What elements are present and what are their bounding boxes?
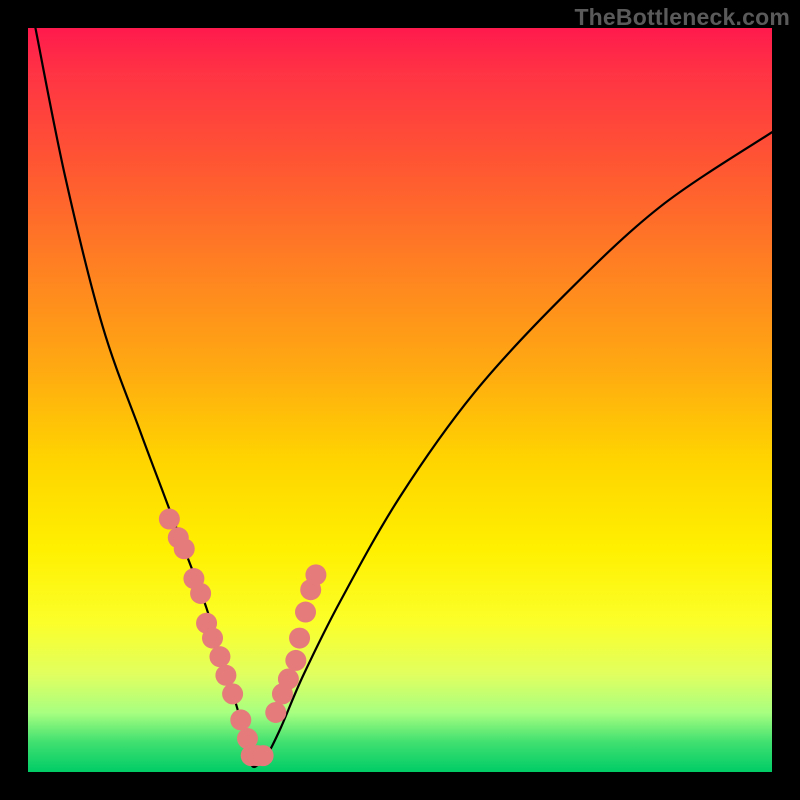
highlight-dot [159, 509, 180, 530]
highlight-dot [230, 709, 251, 730]
highlight-dots-group [159, 509, 327, 767]
highlight-dot [295, 602, 316, 623]
highlight-dot [253, 745, 274, 766]
highlight-dot [289, 628, 310, 649]
bottleneck-curve [35, 28, 772, 767]
highlight-dot [174, 538, 195, 559]
highlight-dot [305, 564, 326, 585]
watermark-label: TheBottleneck.com [574, 4, 790, 31]
chart-frame: TheBottleneck.com [0, 0, 800, 800]
highlight-dot [278, 669, 299, 690]
highlight-dot [190, 583, 211, 604]
highlight-dot [202, 628, 223, 649]
highlight-dot [209, 646, 230, 667]
highlight-dot [215, 665, 236, 686]
curve-layer [28, 28, 772, 772]
highlight-dot [285, 650, 306, 671]
highlight-dot [265, 702, 286, 723]
highlight-dot [222, 683, 243, 704]
